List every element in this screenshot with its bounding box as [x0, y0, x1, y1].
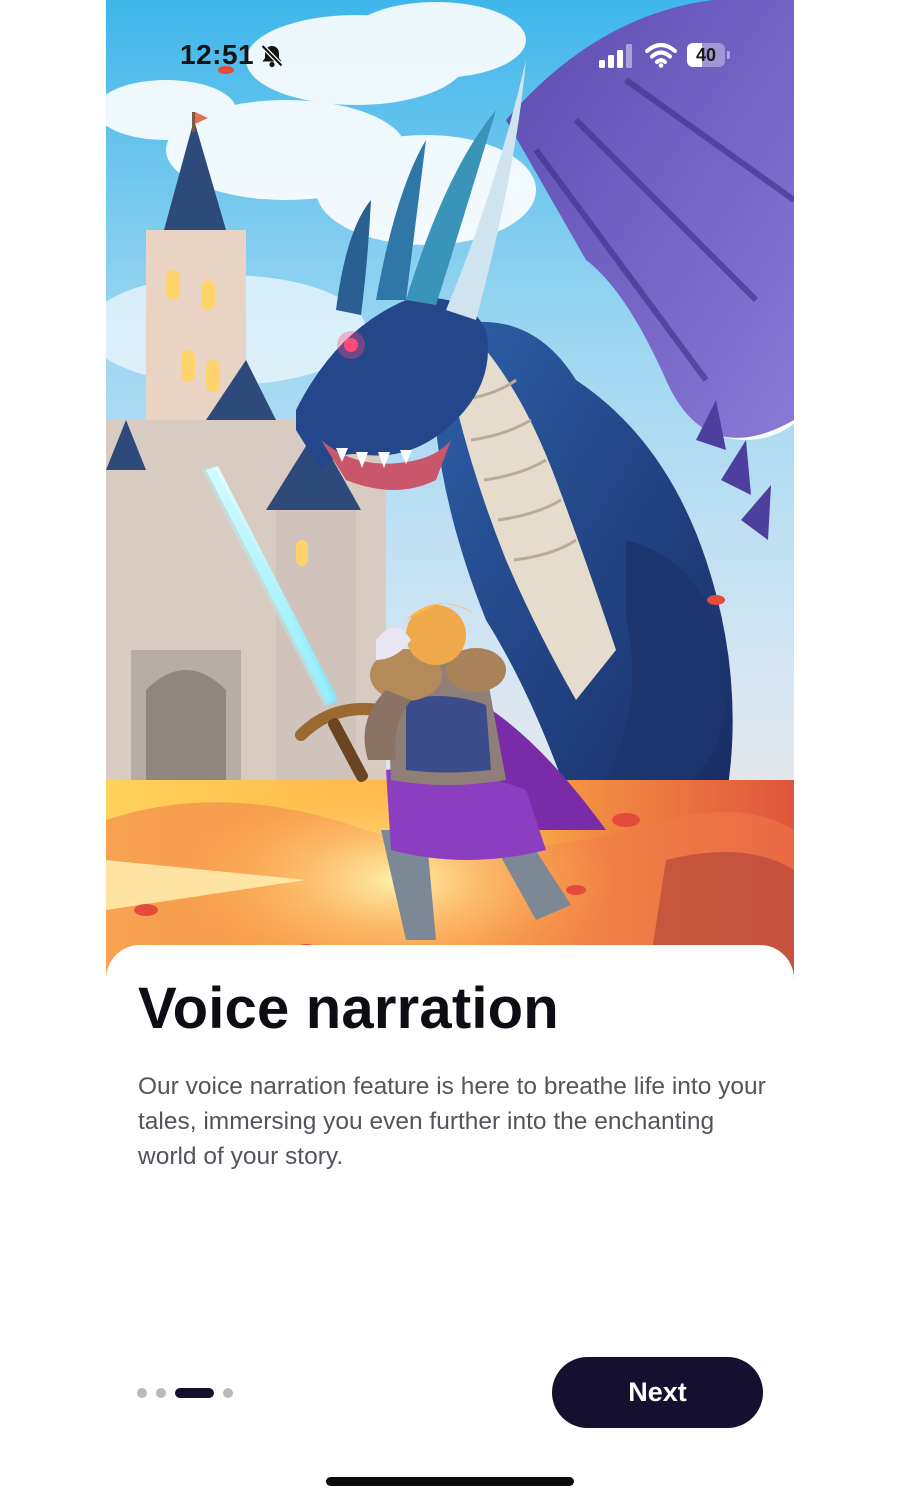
- page-title: Voice narration: [138, 976, 559, 1041]
- page-dot-active: [175, 1388, 214, 1398]
- hero-illustration: [106, 0, 794, 990]
- knight-dragon-artwork: [106, 0, 794, 990]
- battery-icon: 40: [687, 43, 731, 67]
- feature-description: Our voice narration feature is here to b…: [138, 1073, 766, 1170]
- battery-cap: [727, 51, 730, 59]
- page-indicator: [137, 1387, 242, 1399]
- page-dot: [156, 1388, 166, 1398]
- page-dot: [137, 1388, 147, 1398]
- home-indicator[interactable]: [326, 1477, 574, 1486]
- battery-body: 40: [687, 43, 725, 67]
- bell-off-icon: [260, 44, 284, 68]
- content-card: Voice narration Our voice narration feat…: [106, 945, 794, 1500]
- status-bar: 12:51 40: [106, 30, 794, 80]
- status-time: 12:51: [180, 39, 255, 70]
- cellular-signal-icon: [599, 44, 632, 68]
- page-dot: [223, 1388, 233, 1398]
- battery-level: 40: [695, 45, 717, 65]
- next-button[interactable]: Next: [552, 1357, 763, 1428]
- onboarding-screen: 12:51 40 Voice narration Our voice narra…: [106, 0, 794, 1500]
- wifi-icon: [645, 43, 677, 68]
